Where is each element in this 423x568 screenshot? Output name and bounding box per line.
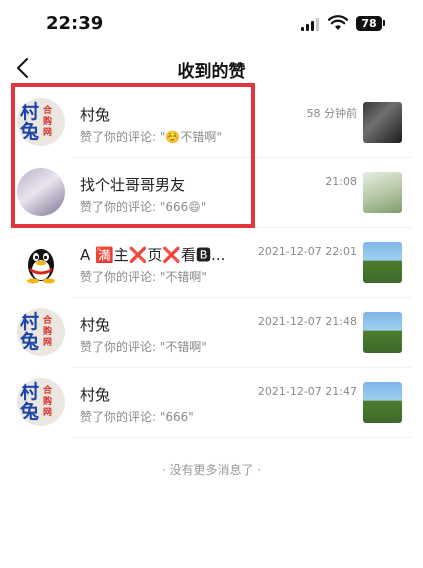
avatar[interactable]: 村兔 合购网: [17, 98, 65, 146]
like-comment: 赞了你的评论: "666": [80, 410, 194, 424]
like-item[interactable]: 村兔 合购网 村兔 赞了你的评论: "不错啊" 2021-12-07 21:48: [0, 298, 423, 368]
logo-big-text: 村兔: [20, 381, 40, 423]
video-thumbnail[interactable]: [363, 172, 402, 213]
like-item[interactable]: 村兔 合购网 村兔 赞了你的评论: "666" 2021-12-07 21:47: [0, 368, 423, 438]
video-thumbnail[interactable]: [363, 102, 402, 143]
user-name[interactable]: A 🈵主❌页❌看🅱...: [80, 244, 225, 265]
logo-big-text: 村兔: [20, 101, 40, 143]
avatar[interactable]: [17, 168, 65, 216]
video-thumbnail[interactable]: [363, 382, 402, 423]
like-comment: 赞了你的评论: "666😄": [80, 200, 207, 214]
user-name[interactable]: 村兔: [80, 314, 110, 335]
video-thumbnail[interactable]: [363, 312, 402, 353]
like-time: 2021-12-07 21:48: [257, 315, 357, 328]
user-name[interactable]: 村兔: [80, 384, 110, 405]
wifi-icon: [328, 15, 348, 30]
cellular-signal-icon: [301, 18, 321, 31]
like-item[interactable]: 村兔 合购网 村兔 赞了你的评论: "☺️不错啊" 58 分钟前: [0, 88, 423, 158]
user-name[interactable]: 找个壮哥哥男友: [80, 174, 185, 195]
avatar[interactable]: [17, 238, 65, 286]
like-time: 2021-12-07 22:01: [257, 245, 357, 258]
like-time: 2021-12-07 21:47: [257, 385, 357, 398]
logo-big-text: 村兔: [20, 311, 40, 353]
status-time: 22:39: [46, 13, 104, 34]
avatar[interactable]: 村兔 合购网: [17, 308, 65, 356]
battery-icon: 78: [356, 16, 382, 31]
like-time: 58 分钟前: [306, 107, 358, 120]
like-comment: 赞了你的评论: "不错啊": [80, 340, 207, 354]
page-title: 收到的赞: [177, 62, 246, 82]
end-of-list-note: · 没有更多消息了 ·: [161, 463, 262, 477]
status-bar: 22:39 78: [0, 0, 423, 48]
logo-small-text: 合购网: [43, 386, 53, 418]
divider: [72, 437, 411, 438]
nav-bar: 收到的赞: [0, 48, 423, 88]
qq-penguin-icon: [27, 249, 55, 284]
like-comment: 赞了你的评论: "不错啊": [80, 270, 207, 284]
like-item[interactable]: A 🈵主❌页❌看🅱... 赞了你的评论: "不错啊" 2021-12-07 22…: [0, 228, 423, 298]
logo-small-text: 合购网: [43, 316, 53, 348]
avatar[interactable]: 村兔 合购网: [17, 378, 65, 426]
video-thumbnail[interactable]: [363, 242, 402, 283]
like-item[interactable]: 找个壮哥哥男友 赞了你的评论: "666😄" 21:08: [0, 158, 423, 228]
like-time: 21:08: [325, 175, 357, 188]
like-comment: 赞了你的评论: "☺️不错啊": [80, 130, 222, 144]
user-name[interactable]: 村兔: [80, 104, 110, 125]
logo-small-text: 合购网: [43, 106, 53, 138]
battery-nub: [383, 20, 385, 26]
